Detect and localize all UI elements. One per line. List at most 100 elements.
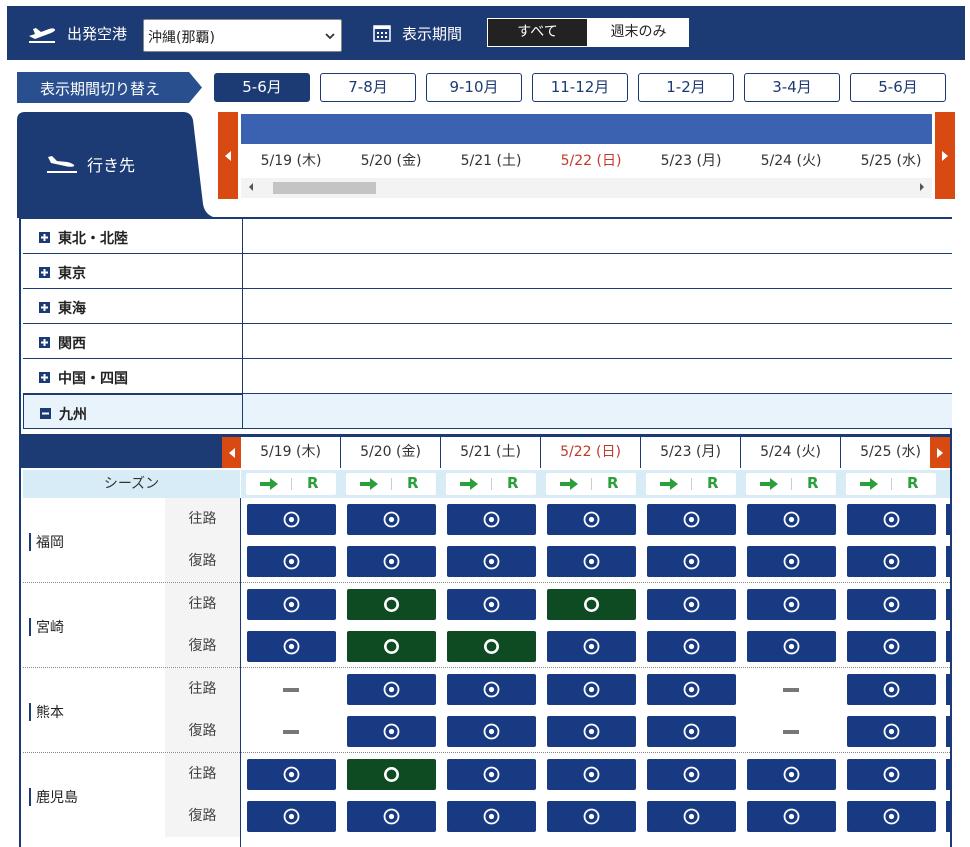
availability-cell[interactable]: [247, 504, 336, 535]
availability-cell[interactable]: [247, 589, 336, 620]
availability-cell[interactable]: [647, 504, 736, 535]
availability-cell[interactable]: [747, 546, 836, 577]
toggle-all-button[interactable]: すべて: [487, 18, 588, 47]
kyushu-scroll-right-button[interactable]: [930, 437, 950, 468]
availability-cell[interactable]: [647, 674, 736, 705]
period-tab-5-6-next[interactable]: 5-6月: [850, 73, 946, 102]
availability-cell[interactable]: [447, 801, 536, 832]
region-row[interactable]: 中国・四国: [23, 359, 243, 394]
period-tab-9-10[interactable]: 9-10月: [426, 73, 522, 102]
region-row[interactable]: 東京: [23, 254, 243, 289]
double-circle-icon: [283, 511, 300, 528]
kyushu-date-cell: 5/25 (水): [841, 437, 941, 468]
period-tab-1-2[interactable]: 1-2月: [638, 73, 734, 102]
region-row[interactable]: 関西: [23, 324, 243, 359]
double-circle-icon: [783, 596, 800, 613]
availability-cell[interactable]: [847, 674, 936, 705]
availability-cell[interactable]: [547, 589, 636, 620]
availability-cell[interactable]: [847, 716, 936, 747]
availability-cell[interactable]: [447, 546, 536, 577]
availability-cell[interactable]: [247, 759, 336, 790]
chevron-down-icon: [325, 33, 335, 40]
partial-cell: [946, 759, 950, 790]
double-circle-icon: [683, 808, 700, 825]
availability-cell[interactable]: [447, 759, 536, 790]
availability-cell[interactable]: [647, 589, 736, 620]
availability-cell[interactable]: [747, 759, 836, 790]
availability-cell[interactable]: [847, 546, 936, 577]
availability-cell[interactable]: [547, 504, 636, 535]
season-divider: [891, 478, 892, 490]
availability-cell[interactable]: [347, 759, 436, 790]
circle-icon: [584, 597, 599, 612]
scroll-left-button[interactable]: [218, 112, 238, 199]
period-tab-11-12[interactable]: 11-12月: [532, 73, 628, 102]
availability-cell[interactable]: [447, 631, 536, 662]
calendar-icon: [373, 25, 391, 42]
availability-cell[interactable]: [647, 631, 736, 662]
availability-cell[interactable]: [847, 801, 936, 832]
date-header-cell: 5/22 (日): [560, 153, 622, 169]
scroll-right-button[interactable]: [935, 112, 955, 199]
availability-cell[interactable]: [747, 504, 836, 535]
availability-cell[interactable]: [747, 801, 836, 832]
double-circle-icon: [683, 596, 700, 613]
availability-cell[interactable]: [347, 504, 436, 535]
availability-cell[interactable]: [347, 801, 436, 832]
scrollbar-thumb[interactable]: [273, 182, 376, 194]
horizontal-scrollbar[interactable]: [241, 178, 932, 198]
availability-cell[interactable]: [547, 801, 636, 832]
availability-cell[interactable]: [847, 589, 936, 620]
top-date-row: 5/19 (木) 5/20 (金) 5/21 (土) 5/22 (日) 5/23 (月)…: [241, 144, 932, 178]
partial-cell: [946, 546, 950, 577]
availability-cell[interactable]: [247, 546, 336, 577]
availability-cell[interactable]: [347, 631, 436, 662]
availability-cell[interactable]: [347, 589, 436, 620]
availability-cell[interactable]: [447, 674, 536, 705]
availability-cell[interactable]: [447, 504, 536, 535]
availability-cell[interactable]: [347, 716, 436, 747]
date-header-cell: 5/20 (金): [360, 153, 422, 169]
availability-cell[interactable]: [247, 801, 336, 832]
availability-cell[interactable]: [347, 546, 436, 577]
availability-cell[interactable]: [447, 716, 536, 747]
availability-cell[interactable]: [447, 589, 536, 620]
availability-cell: [247, 674, 336, 705]
region-row-body: [243, 394, 952, 429]
kyushu-scroll-left-button[interactable]: [222, 437, 242, 468]
region-row[interactable]: 九州: [23, 394, 243, 429]
kyushu-date-cell: 5/21 (土): [441, 437, 541, 468]
availability-cell[interactable]: [747, 631, 836, 662]
partial-cell: [946, 674, 950, 705]
availability-cell: [247, 716, 336, 747]
plane-takeoff-icon: [29, 28, 55, 43]
availability-cell[interactable]: [847, 759, 936, 790]
availability-cell[interactable]: [547, 631, 636, 662]
availability-cell[interactable]: [347, 674, 436, 705]
period-tab-7-8[interactable]: 7-8月: [320, 73, 416, 102]
region-row[interactable]: 東海: [23, 289, 243, 324]
departure-airport-select[interactable]: 沖縄(那覇): [143, 19, 342, 52]
availability-cell[interactable]: [647, 546, 736, 577]
season-cell: R: [246, 473, 336, 495]
period-tab-5-6[interactable]: 5-6月: [214, 73, 310, 102]
availability-cell[interactable]: [647, 759, 736, 790]
availability-cell[interactable]: [647, 716, 736, 747]
toggle-weekend-button[interactable]: 週末のみ: [588, 18, 689, 47]
availability-cell[interactable]: [547, 546, 636, 577]
arrow-right-icon: [660, 478, 678, 490]
availability-cell[interactable]: [647, 801, 736, 832]
availability-cell[interactable]: [847, 631, 936, 662]
period-tab-3-4[interactable]: 3-4月: [744, 73, 840, 102]
season-cell: R: [346, 473, 436, 495]
availability-cell[interactable]: [547, 716, 636, 747]
region-row[interactable]: 東北・北陸: [23, 219, 243, 254]
availability-cell[interactable]: [747, 589, 836, 620]
circle-icon: [384, 639, 399, 654]
region-row-body: [243, 359, 952, 394]
availability-cell[interactable]: [547, 674, 636, 705]
availability-cell[interactable]: [847, 504, 936, 535]
availability-cell[interactable]: [247, 631, 336, 662]
availability-cell[interactable]: [547, 759, 636, 790]
season-divider: [491, 478, 492, 490]
